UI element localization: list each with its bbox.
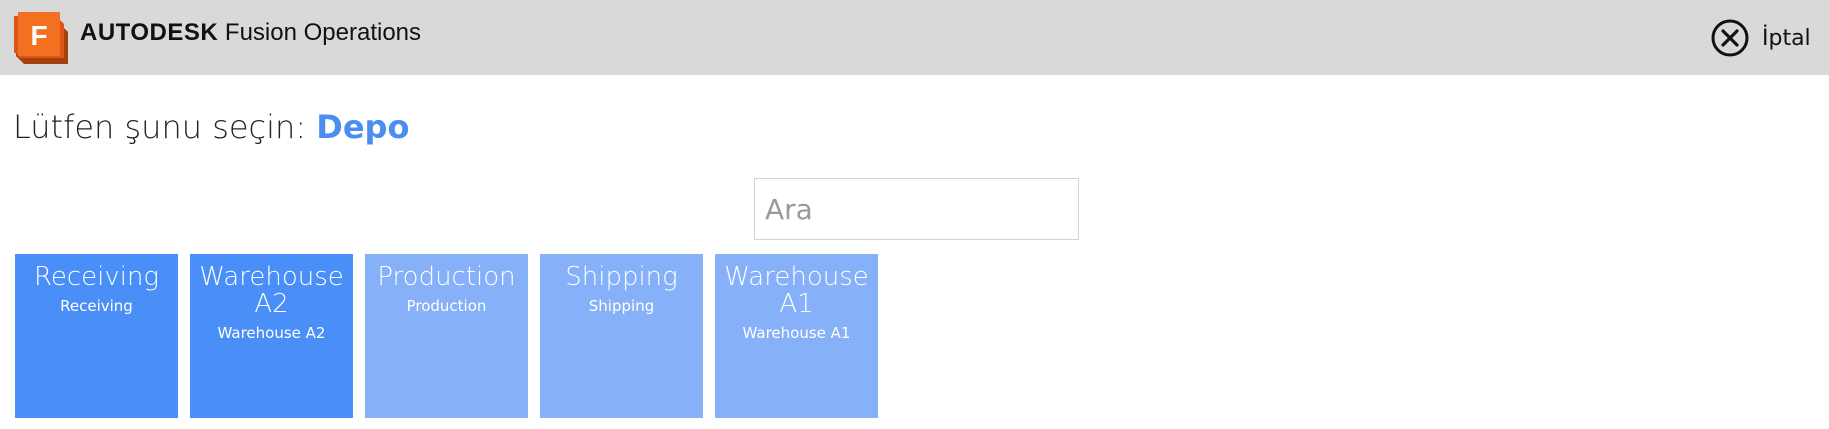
product-name: Fusion Operations	[224, 19, 422, 46]
tile-title: Warehouse A2	[199, 262, 344, 319]
selection-prompt: Lütfen şunu seçin: Depo	[13, 108, 409, 146]
tile-subtitle: Shipping	[588, 297, 655, 315]
tile-warehouse-a2[interactable]: Warehouse A2 Warehouse A2	[190, 254, 353, 418]
tile-shipping[interactable]: Shipping Shipping	[540, 254, 703, 418]
tile-receiving[interactable]: Receiving Receiving	[15, 254, 178, 418]
search-input[interactable]	[754, 178, 1079, 240]
tile-title: Receiving	[33, 262, 160, 292]
brand-name: AUTODESK	[80, 19, 219, 46]
tile-subtitle: Receiving	[60, 297, 133, 315]
app-title: AUTODESK Fusion Operations	[80, 19, 421, 47]
tile-subtitle: Production	[406, 297, 487, 315]
tile-subtitle: Warehouse A2	[217, 324, 326, 342]
close-circle-icon[interactable]	[1710, 18, 1750, 58]
top-bar: F AUTODESK Fusion Operations İptal	[0, 0, 1829, 75]
prompt-value: Depo	[316, 108, 410, 146]
tile-title: Shipping	[565, 262, 678, 292]
tile-warehouse-a1[interactable]: Warehouse A1 Warehouse A1	[715, 254, 878, 418]
warehouse-tile-grid: Receiving Receiving Warehouse A2 Warehou…	[15, 254, 878, 418]
tile-title: Production	[377, 262, 516, 292]
tile-production[interactable]: Production Production	[365, 254, 528, 418]
prompt-text: Lütfen şunu seçin:	[13, 108, 307, 146]
cancel-label[interactable]: İptal	[1762, 26, 1811, 51]
tile-title: Warehouse A1	[724, 262, 869, 319]
fusion-logo-icon: F	[12, 12, 68, 64]
tile-subtitle: Warehouse A1	[742, 324, 851, 342]
cancel-button[interactable]: İptal	[1710, 18, 1811, 58]
logo-letter: F	[30, 20, 47, 51]
